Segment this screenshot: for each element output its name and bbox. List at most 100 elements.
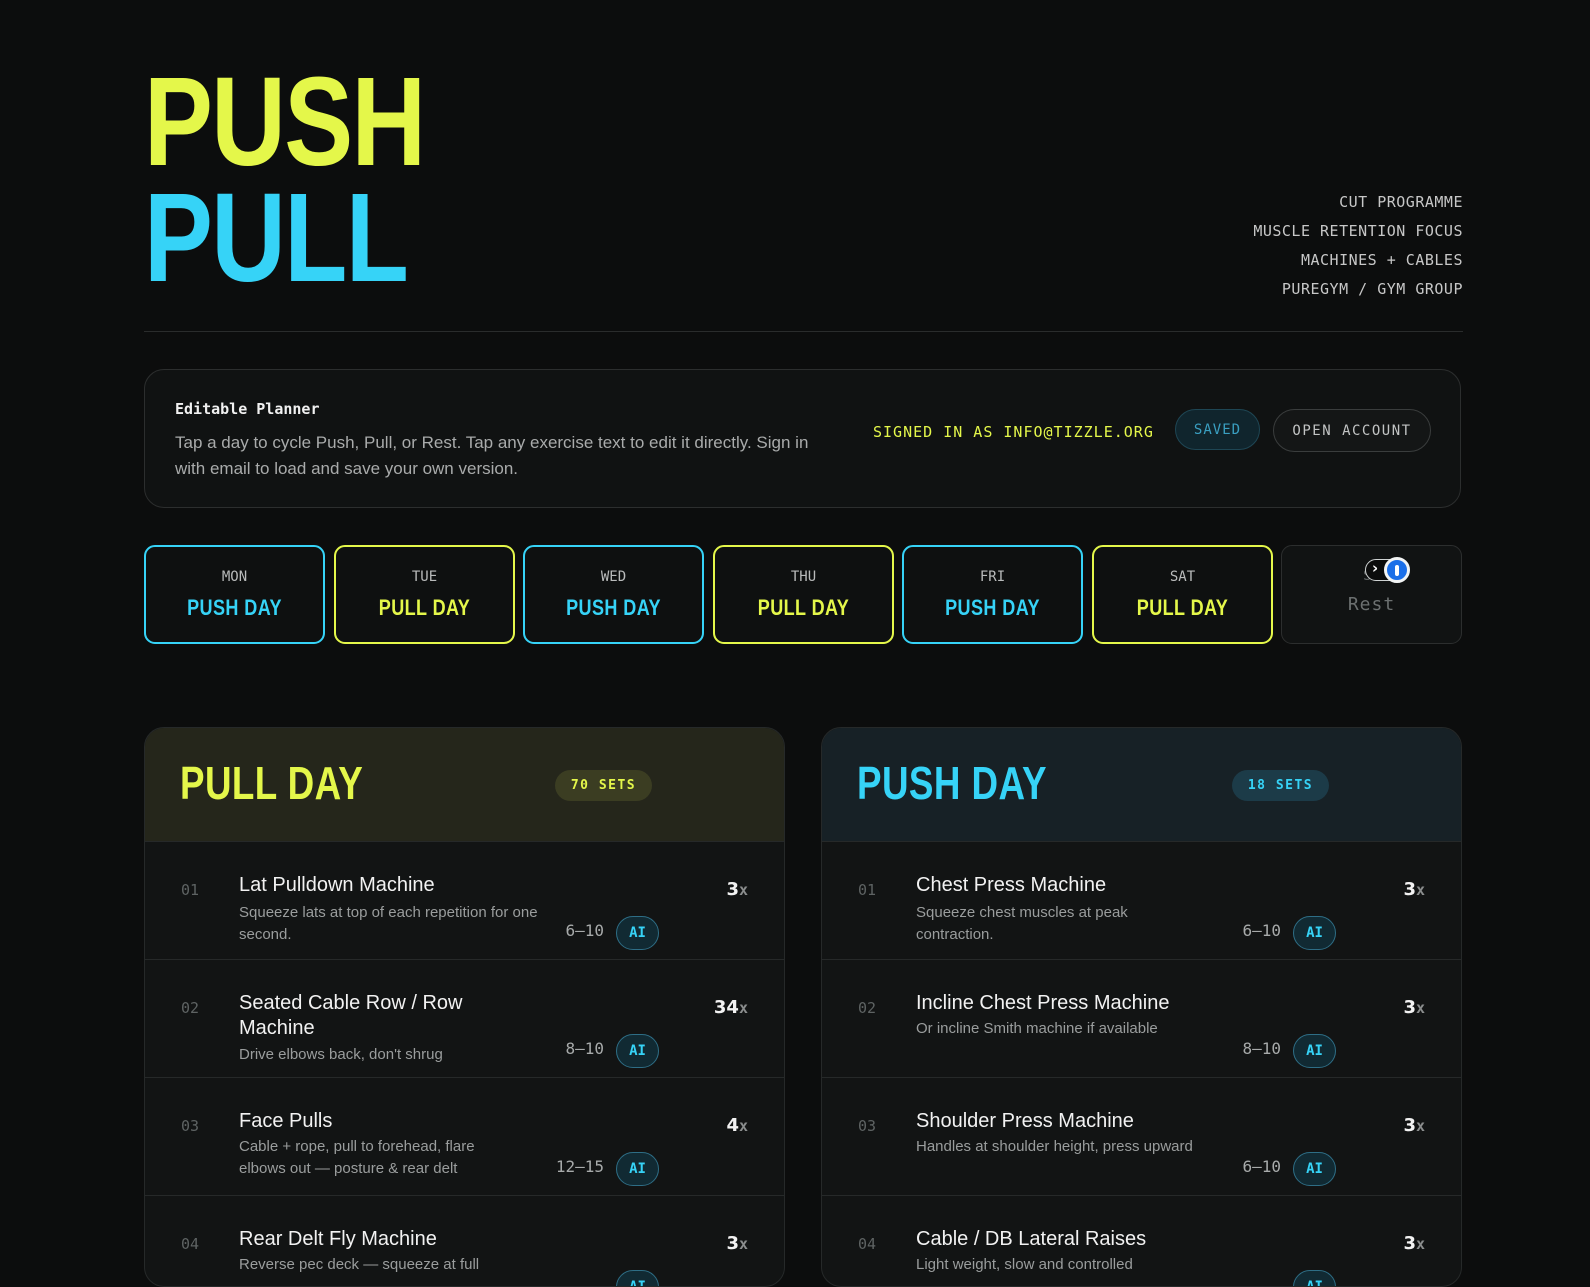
day-card-wed[interactable]: WED PUSH DAY [523,545,704,644]
day-card-mon[interactable]: MON PUSH DAY [144,545,325,644]
exercise-description[interactable]: Squeeze lats at top of each repetition f… [239,902,549,946]
day-card-sun[interactable]: SU Rest › [1281,545,1462,644]
ai-button[interactable]: AI [1293,1152,1336,1186]
exercise-reps[interactable]: 6–10 [565,921,604,940]
sets-value: 3 [1403,879,1416,900]
day-name: SAT [1169,569,1196,585]
exercise-name[interactable]: Shoulder Press Machine [916,1109,1186,1134]
multiplier-label: x [738,881,748,899]
ai-button[interactable]: AI [616,1270,659,1286]
multiplier-label: x [738,999,748,1017]
exercise-reps[interactable]: 8–10 [1242,1039,1281,1058]
sets-count-badge: 70 SETS [555,770,652,801]
week-schedule: MON PUSH DAY TUE PULL DAY WED PUSH DAY T… [144,545,1463,645]
open-account-button[interactable]: OPEN ACCOUNT [1273,409,1431,452]
exercise-description[interactable]: Reverse pec deck — squeeze at full [239,1254,549,1276]
ai-button[interactable]: AI [1293,1270,1336,1286]
exercise-row: 03 Shoulder Press Machine Handles at sho… [822,1078,1461,1196]
exercise-row: 03 Face Pulls Cable + rope, pull to fore… [145,1078,784,1196]
logo-push: PUSH [144,51,426,192]
exercise-reps[interactable]: 6–10 [1242,921,1281,940]
password-manager-icon[interactable]: › [1365,557,1410,583]
sets-value: 34 [713,997,739,1018]
pull-day-panel: PULL DAY 70 SETS 01 Lat Pulldown Machine… [144,727,785,1287]
ai-button[interactable]: AI [616,1152,659,1186]
exercise-name[interactable]: Seated Cable Row / Row Machine [239,991,509,1041]
exercise-description[interactable]: Handles at shoulder height, press upward [916,1136,1226,1158]
exercise-number: 04 [181,1235,200,1253]
exercise-name[interactable]: Chest Press Machine [916,873,1186,898]
exercise-number: 01 [858,881,877,899]
exercise-reps[interactable]: 6–10 [1242,1157,1281,1176]
programme-meta: CUT PROGRAMME MUSCLE RETENTION FOCUS MAC… [1253,188,1463,304]
meta-line: CUT PROGRAMME [1339,193,1463,211]
exercise-description[interactable]: Or incline Smith machine if available [916,1018,1226,1040]
exercise-reps[interactable]: 8–10 [565,1039,604,1058]
exercise-name[interactable]: Face Pulls [239,1109,509,1134]
exercise-reps[interactable]: 12–15 [556,1157,604,1176]
exercise-row: 02 Incline Chest Press Machine Or inclin… [822,960,1461,1078]
ai-button[interactable]: AI [1293,916,1336,950]
exercise-number: 03 [858,1117,877,1135]
exercise-row: 01 Chest Press Machine Squeeze chest mus… [822,842,1461,960]
exercise-sets[interactable]: 3x [1403,997,1425,1018]
saved-status-button[interactable]: SAVED [1175,409,1260,450]
sets-value: 3 [1403,997,1416,1018]
panel-header: PULL DAY 70 SETS [145,728,784,842]
exercise-name[interactable]: Lat Pulldown Machine [239,873,509,898]
sets-value: 3 [1403,1233,1416,1254]
exercise-sets[interactable]: 34x [714,997,748,1018]
ai-button[interactable]: AI [616,916,659,950]
exercise-row: 04 Rear Delt Fly Machine Reverse pec dec… [145,1196,784,1286]
multiplier-label: x [738,1235,748,1253]
multiplier-label: x [738,1117,748,1135]
day-name: FRI [979,569,1006,585]
exercise-row: 04 Cable / DB Lateral Raises Light weigh… [822,1196,1461,1286]
exercise-sets[interactable]: 3x [1403,879,1425,900]
sets-value: 4 [726,1115,739,1136]
day-name: WED [600,569,627,585]
day-card-tue[interactable]: TUE PULL DAY [334,545,515,644]
sets-count-badge: 18 SETS [1232,770,1329,801]
exercise-name[interactable]: Rear Delt Fly Machine [239,1227,509,1252]
planner-description: Tap a day to cycle Push, Pull, or Rest. … [175,433,809,478]
exercise-sets[interactable]: 3x [726,1233,748,1254]
sets-value: 3 [1403,1115,1416,1136]
panel-title: PULL DAY [180,757,364,809]
day-type: PULL DAY [1136,595,1229,620]
day-card-thu[interactable]: THU PULL DAY [713,545,894,644]
exercise-name[interactable]: Incline Chest Press Machine [916,991,1236,1016]
day-type: PUSH DAY [187,595,282,620]
keyhole-icon [1384,557,1410,583]
exercise-number: 02 [858,999,877,1017]
exercise-sets[interactable]: 3x [1403,1115,1425,1136]
exercise-row: 01 Lat Pulldown Machine Squeeze lats at … [145,842,784,960]
day-type: PUSH DAY [945,595,1040,620]
exercise-sets[interactable]: 4x [726,1115,748,1136]
day-type: Rest [1347,594,1396,615]
multiplier-label: x [1415,1117,1425,1135]
exercise-sets[interactable]: 3x [1403,1233,1425,1254]
exercise-name[interactable]: Cable / DB Lateral Raises [916,1227,1186,1252]
logo-pull: PULL [144,167,409,308]
exercise-description[interactable]: Cable + rope, pull to forehead, flare el… [239,1136,499,1180]
day-name: TUE [411,569,438,585]
chevron-right-icon: › [1372,559,1379,577]
exercise-number: 03 [181,1117,200,1135]
exercise-row: 02 Seated Cable Row / Row Machine Drive … [145,960,784,1078]
exercise-description[interactable]: Squeeze chest muscles at peak contractio… [916,902,1166,946]
ai-button[interactable]: AI [616,1034,659,1068]
exercise-sets[interactable]: 3x [726,879,748,900]
exercise-description[interactable]: Drive elbows back, don't shrug [239,1044,549,1066]
panel-header: PUSH DAY 18 SETS [822,728,1461,842]
exercise-description[interactable]: Light weight, slow and controlled [916,1254,1226,1276]
day-card-fri[interactable]: FRI PUSH DAY [902,545,1083,644]
sets-value: 3 [726,1233,739,1254]
multiplier-label: x [1415,999,1425,1017]
ai-button[interactable]: AI [1293,1034,1336,1068]
day-card-sat[interactable]: SAT PULL DAY [1092,545,1273,644]
day-type: PULL DAY [757,595,850,620]
sets-value: 3 [726,879,739,900]
day-name: MON [221,569,248,585]
header-divider [144,331,1463,332]
